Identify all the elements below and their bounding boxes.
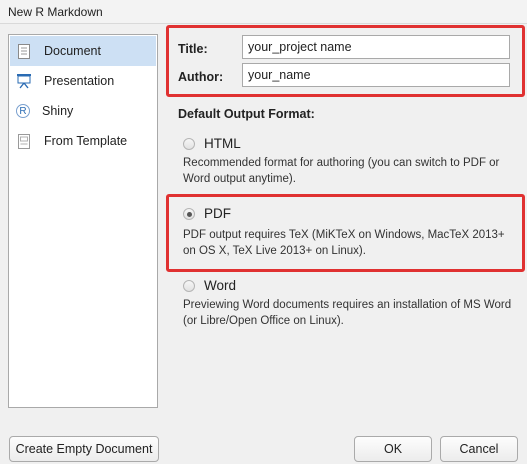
ok-button[interactable]: OK (354, 436, 432, 462)
cancel-button[interactable]: Cancel (440, 436, 518, 462)
output-format-heading: Default Output Format: (178, 107, 315, 121)
sidebar-item-label: From Template (44, 134, 128, 148)
presentation-icon (16, 73, 32, 89)
title-label: Title: (178, 42, 208, 56)
template-icon (16, 133, 32, 149)
sidebar-item-label: Document (44, 44, 101, 58)
sidebar-item-label: Presentation (44, 74, 115, 88)
pdf-option-description: PDF output requires TeX (MiKTeX on Windo… (183, 229, 505, 257)
sidebar-item-from-template[interactable]: From Template (10, 126, 156, 156)
sidebar-item-document[interactable]: Document (10, 36, 156, 66)
author-label: Author: (178, 70, 224, 84)
pdf-radio[interactable] (183, 208, 195, 220)
shiny-icon: R (16, 104, 30, 118)
word-option-description: Previewing Word documents requires an in… (183, 299, 512, 327)
sidebar-item-label: Shiny (42, 104, 74, 118)
sidebar: Document Presentation R Shiny From Templ… (8, 34, 158, 408)
html-radio[interactable] (183, 138, 195, 150)
sidebar-item-shiny[interactable]: R Shiny (10, 96, 156, 126)
sidebar-item-presentation[interactable]: Presentation (10, 66, 156, 96)
pdf-option-label[interactable]: PDF (204, 206, 231, 221)
html-option-label[interactable]: HTML (204, 136, 241, 151)
word-option-label[interactable]: Word (204, 278, 236, 293)
document-icon (16, 43, 32, 59)
create-empty-document-button[interactable]: Create Empty Document (9, 436, 159, 462)
word-radio[interactable] (183, 280, 195, 292)
title-input[interactable]: your_project name (242, 35, 510, 59)
window-title: New R Markdown (0, 0, 527, 24)
author-input[interactable]: your_name (242, 63, 510, 87)
html-option-description: Recommended format for authoring (you ca… (183, 157, 500, 185)
